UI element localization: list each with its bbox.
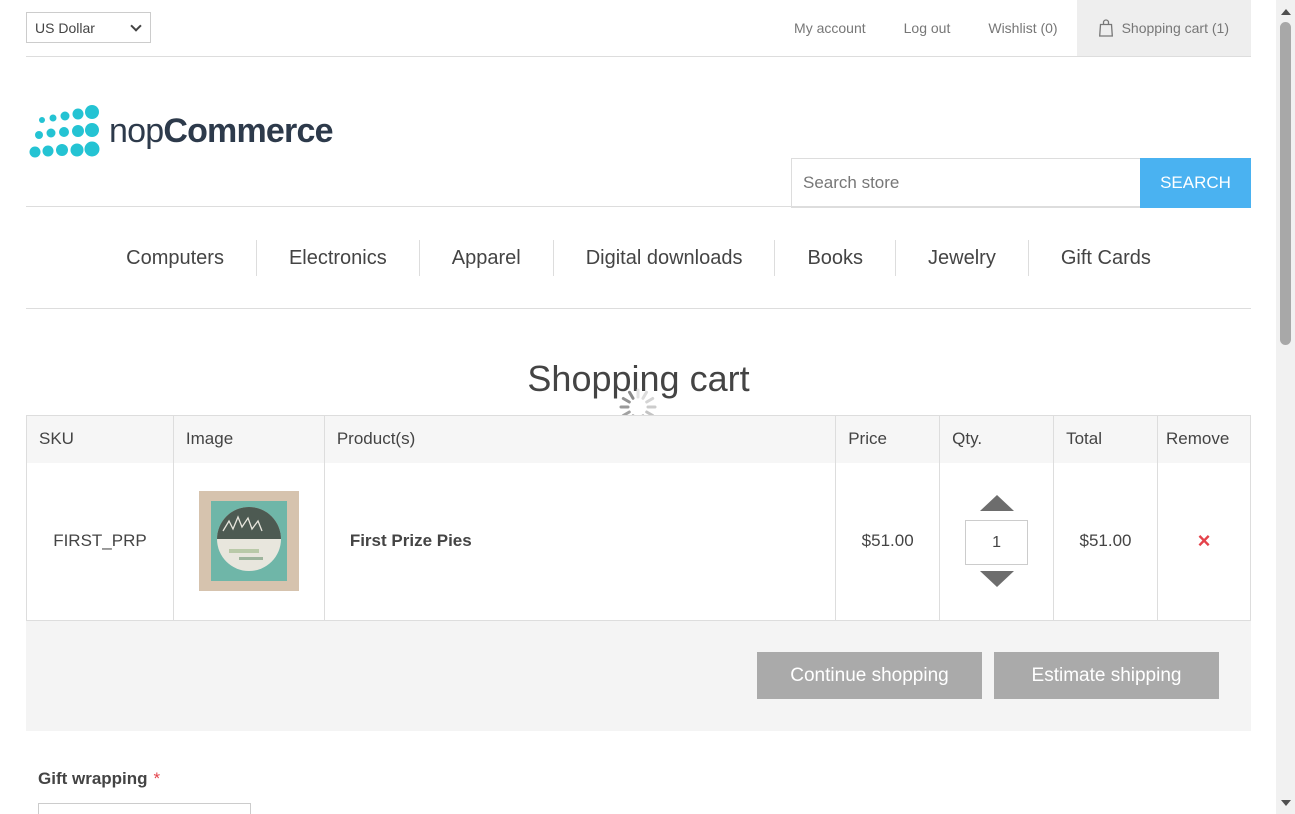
product-name-link[interactable]: First Prize Pies xyxy=(323,462,837,621)
column-header-remove: Remove xyxy=(1156,415,1252,463)
table-row: FIRST_PRP First Prize Pies $51.00 1 $51.… xyxy=(26,462,1252,621)
header-lower: nopCommerce Search store SEARCH xyxy=(26,57,1251,208)
column-header-product: Product(s) xyxy=(323,415,837,463)
menu-item-computers[interactable]: Computers xyxy=(94,240,256,276)
vertical-scrollbar[interactable] xyxy=(1276,0,1295,814)
quantity-stepper: 1 xyxy=(940,495,1053,588)
column-header-price: Price xyxy=(835,415,941,463)
qty-decrease-icon[interactable] xyxy=(979,571,1014,588)
currency-value: US Dollar xyxy=(35,19,95,36)
menu-item-gift-cards[interactable]: Gift Cards xyxy=(1027,240,1183,276)
image-cell xyxy=(172,462,325,621)
column-header-qty: Qty. xyxy=(939,415,1055,463)
remove-icon[interactable]: × xyxy=(1198,528,1211,553)
gift-wrapping-label: Gift wrapping * xyxy=(38,769,161,788)
header-upper: US Dollar My account Log out Wishlist (0… xyxy=(26,0,1251,57)
qty-cell: 1 xyxy=(939,462,1055,621)
shopping-cart-label: Shopping cart (1) xyxy=(1121,20,1229,36)
scroll-down-arrow-icon[interactable] xyxy=(1276,794,1295,811)
nopcommerce-logo[interactable]: nopCommerce xyxy=(28,105,333,160)
estimate-shipping-button[interactable]: Estimate shipping xyxy=(994,652,1219,699)
menu-item-electronics[interactable]: Electronics xyxy=(255,240,419,276)
cart-table: SKU Image Product(s) Price Qty. Total Re… xyxy=(26,415,1252,621)
qty-increase-icon[interactable] xyxy=(979,495,1014,512)
shopping-bag-icon xyxy=(1098,19,1113,37)
menu-item-books[interactable]: Books xyxy=(774,240,895,276)
product-image[interactable] xyxy=(198,491,299,592)
logo-dots-icon xyxy=(29,105,100,158)
shopping-cart-link[interactable]: Shopping cart (1) xyxy=(1076,0,1251,56)
gift-wrapping-select[interactable] xyxy=(38,803,251,814)
remove-cell: × xyxy=(1156,462,1252,621)
menu-item-digital-downloads[interactable]: Digital downloads xyxy=(552,240,775,276)
search-button[interactable]: SEARCH xyxy=(1140,158,1251,208)
quantity-input[interactable]: 1 xyxy=(965,520,1029,566)
column-header-image: Image xyxy=(172,415,325,463)
column-header-total: Total xyxy=(1053,415,1158,463)
log-out-link[interactable]: Log out xyxy=(885,20,970,36)
column-header-sku: SKU xyxy=(26,415,174,463)
wishlist-link[interactable]: Wishlist (0) xyxy=(969,20,1076,36)
currency-select[interactable]: US Dollar xyxy=(26,12,151,43)
cart-table-header: SKU Image Product(s) Price Qty. Total Re… xyxy=(26,415,1252,463)
continue-shopping-button[interactable]: Continue shopping xyxy=(757,652,982,699)
chevron-down-icon xyxy=(130,19,142,32)
page: US Dollar My account Log out Wishlist (0… xyxy=(26,0,1252,814)
scrollbar-thumb[interactable] xyxy=(1280,22,1291,345)
menu-item-apparel[interactable]: Apparel xyxy=(418,240,553,276)
header-links: My account Log out Wishlist (0) Shopping… xyxy=(775,0,1251,56)
search-input[interactable]: Search store xyxy=(791,158,1140,208)
my-account-link[interactable]: My account xyxy=(775,20,885,36)
sku-cell: FIRST_PRP xyxy=(26,462,174,621)
scroll-up-arrow-icon[interactable] xyxy=(1276,3,1295,20)
price-cell: $51.00 xyxy=(835,462,941,621)
required-marker: * xyxy=(153,769,161,788)
search-bar: Search store SEARCH xyxy=(791,158,1251,208)
logo-text: nopCommerce xyxy=(109,112,333,150)
cart-options: Continue shopping Estimate shipping xyxy=(26,621,1251,731)
menu-item-jewelry[interactable]: Jewelry xyxy=(895,240,1028,276)
total-cell: $51.00 xyxy=(1053,462,1158,621)
top-menu: Computers Electronics Apparel Digital do… xyxy=(26,208,1251,309)
